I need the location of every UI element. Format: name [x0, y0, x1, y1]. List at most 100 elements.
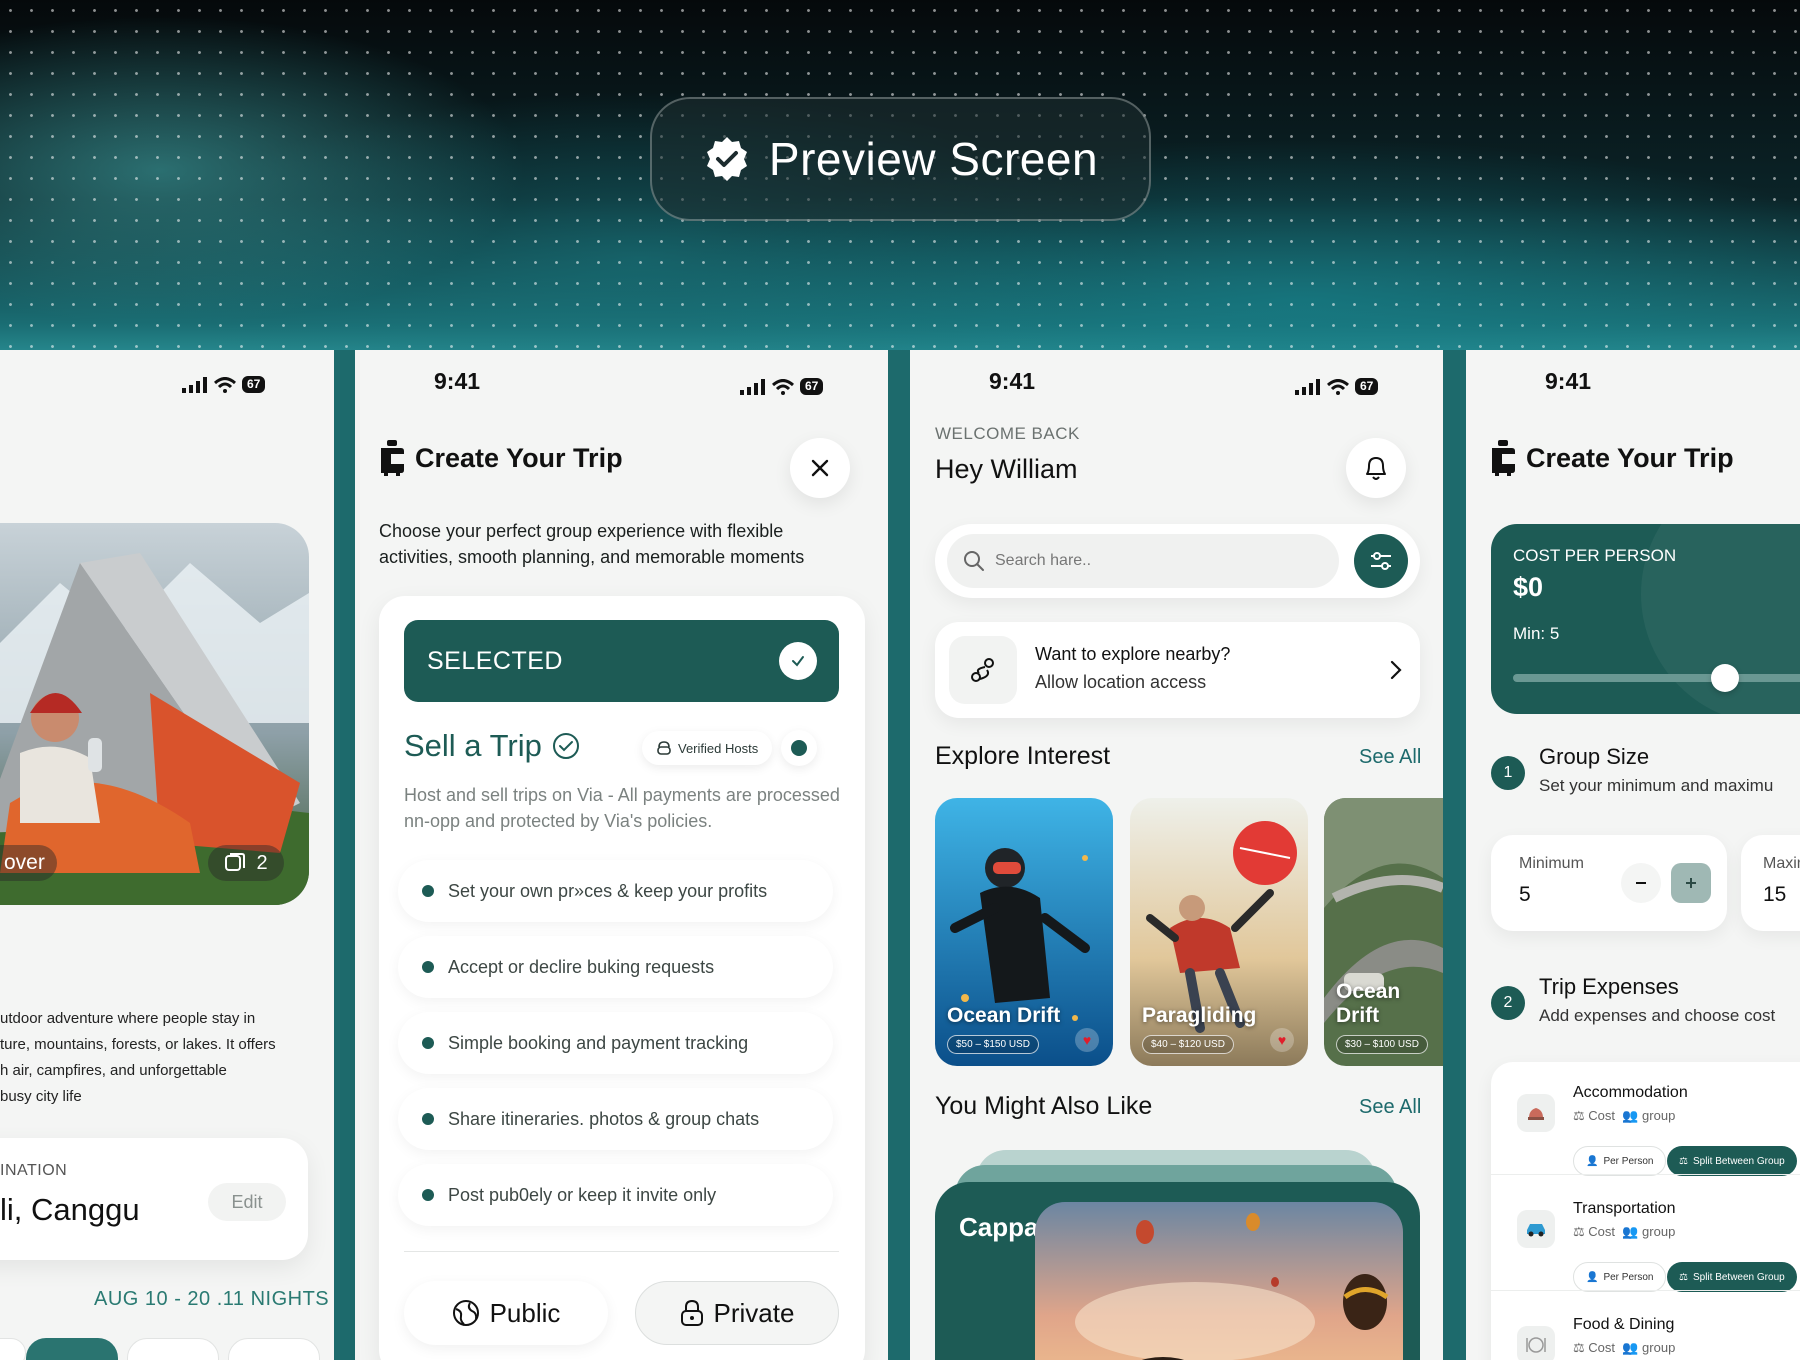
- date-chip[interactable]: [0, 1338, 26, 1360]
- expenses-list: Accommodation ⚖ Cost 👥 group 👤 Per Perso…: [1491, 1062, 1800, 1360]
- trip-cost-screen: 9:41 Create Your Trip COST PER PERSON $0…: [1466, 350, 1800, 1360]
- per-person-chip[interactable]: 👤 Per Person: [1573, 1146, 1667, 1176]
- verified-host-icon: [657, 741, 671, 755]
- cost-label: COST PER PERSON: [1513, 546, 1677, 565]
- status-icons: 67: [182, 376, 266, 393]
- expense-group-label: group: [1642, 1108, 1676, 1123]
- destination-value: li, Canggu: [0, 1192, 140, 1227]
- destination-card: INATION li, Canggu Edit: [0, 1138, 308, 1260]
- minimum-value: 5: [1519, 883, 1531, 906]
- tile-price: $50 – $150 USD: [947, 1035, 1039, 1054]
- cost-slider-handle[interactable]: [1710, 664, 1739, 692]
- expense-cost-label: Cost: [1588, 1224, 1616, 1239]
- increment-button[interactable]: [1671, 863, 1711, 903]
- date-chip[interactable]: [127, 1338, 219, 1360]
- public-button[interactable]: Public: [404, 1281, 608, 1345]
- feature-text: Post pub0ely or keep it invite only: [448, 1184, 717, 1205]
- selected-banner[interactable]: SELECTED: [404, 620, 839, 702]
- luggage-logo-icon: [381, 440, 404, 476]
- status-icons: 67: [1295, 378, 1379, 395]
- intro-text: Choose your perfect group experience wit…: [379, 521, 805, 567]
- bullet-dot: [422, 885, 434, 897]
- heart-icon[interactable]: ♥: [1075, 1028, 1099, 1052]
- gallery-icon: [225, 853, 246, 871]
- option-title: Sell a Trip: [404, 728, 542, 763]
- signal-icon: [182, 376, 207, 393]
- private-button[interactable]: Private: [635, 1281, 839, 1345]
- feature-item: Share itineraries. photos & group chats: [398, 1088, 833, 1150]
- cost-per-person-card: COST PER PERSON $0 Min: 5: [1491, 524, 1800, 714]
- also-like-see-all[interactable]: See All: [1359, 1096, 1421, 1119]
- status-time: 9:41: [1545, 368, 1592, 394]
- interest-tile[interactable]: Ocean Drift $50 – $150 USD ♥: [935, 798, 1113, 1066]
- feature-item: Set your own pr»ces & keep your profits: [398, 860, 833, 922]
- interest-tile[interactable]: Ocean Drift $30 – $100 USD: [1324, 798, 1443, 1066]
- maximum-label: Maxim: [1763, 855, 1800, 872]
- date-chip[interactable]: [228, 1338, 320, 1360]
- gallery-count: 2: [256, 851, 268, 874]
- screen-header: Create Your Trip: [379, 440, 623, 476]
- per-person-chip[interactable]: 👤 Per Person: [1573, 1262, 1667, 1292]
- public-label: Public: [489, 1297, 561, 1328]
- per-person-label: Per Person: [1603, 1155, 1654, 1167]
- divider: [1491, 1290, 1800, 1291]
- explore-title: Explore Interest: [935, 742, 1111, 770]
- gallery-count-chip[interactable]: 2: [208, 845, 284, 881]
- status-time: 9:41: [434, 368, 481, 394]
- tile-name: Ocean Drift: [1336, 980, 1401, 1027]
- home-screen: 9:41 67 WELCOME BACK Hey William Search …: [910, 350, 1443, 1360]
- description-line: utdoor adventure where people stay in: [0, 1010, 256, 1027]
- nearby-card[interactable]: Want to explore nearby? Allow location a…: [935, 622, 1420, 718]
- welcome-label: WELCOME BACK: [935, 424, 1080, 443]
- split-group-label: Split Between Group: [1692, 1271, 1785, 1283]
- battery-indicator: 67: [1355, 378, 1379, 395]
- tile-price: $30 – $100 USD: [1336, 1035, 1428, 1054]
- expense-name: Accommodation: [1573, 1084, 1688, 1101]
- search-placeholder: Search hare..: [995, 552, 1092, 569]
- route-pin-icon: [971, 658, 994, 682]
- step-number: 2: [1491, 986, 1525, 1020]
- expense-meta: ⚖ Cost 👥 group: [1573, 1108, 1676, 1123]
- expense-name: Transportation: [1573, 1200, 1676, 1217]
- check-icon: [792, 656, 804, 667]
- expense-meta: ⚖ Cost 👥 group: [1573, 1224, 1676, 1239]
- bullet-dot: [422, 1037, 434, 1049]
- trip-dates: AUG 10 - 20 .11 NIGHTS: [94, 1288, 330, 1310]
- search-field[interactable]: Search hare..: [947, 534, 1339, 588]
- date-chip-selected[interactable]: [26, 1338, 118, 1360]
- close-button[interactable]: [790, 438, 850, 498]
- expenses-title: Trip Expenses: [1539, 974, 1679, 999]
- explore-see-all[interactable]: See All: [1359, 746, 1421, 769]
- group-size-title: Group Size: [1539, 744, 1650, 769]
- notifications-button[interactable]: [1346, 438, 1406, 498]
- search-icon: [964, 551, 984, 571]
- greeting: Hey William: [935, 454, 1078, 484]
- divider: [404, 1251, 839, 1252]
- feature-item: Simple booking and payment tracking: [398, 1012, 833, 1074]
- status-time: 9:41: [989, 368, 1036, 394]
- tile-name: Paragliding: [1142, 1004, 1257, 1027]
- featured-destination-card[interactable]: Cappadocia: [935, 1182, 1420, 1360]
- decrement-button[interactable]: [1621, 863, 1661, 903]
- heart-icon[interactable]: ♥: [1270, 1028, 1294, 1052]
- min-label: Min: 5: [1513, 624, 1560, 643]
- nearby-title: Want to explore nearby?: [1035, 644, 1231, 664]
- bullet-dot: [422, 1189, 434, 1201]
- option-radio[interactable]: [781, 730, 817, 766]
- screen-header: Create Your Trip: [1490, 440, 1734, 476]
- interest-tile[interactable]: Paragliding $40 – $120 USD ♥: [1130, 798, 1308, 1066]
- lock-icon: [680, 1299, 703, 1326]
- cost-slider-track[interactable]: [1513, 674, 1800, 682]
- expense-group-label: group: [1642, 1340, 1676, 1355]
- per-person-label: Per Person: [1603, 1271, 1654, 1283]
- expense-meta: ⚖ Cost 👥 group: [1573, 1340, 1676, 1355]
- filter-button[interactable]: [1354, 534, 1408, 588]
- split-group-chip[interactable]: ⚖ Split Between Group: [1667, 1146, 1797, 1176]
- trip-detail-screen: 67 over 2 utdoor adventure where people …: [0, 350, 334, 1360]
- edit-destination-button[interactable]: Edit: [208, 1183, 286, 1221]
- wifi-icon: [1327, 378, 1349, 395]
- expense-cost-label: Cost: [1588, 1108, 1616, 1123]
- battery-indicator: 67: [800, 378, 824, 395]
- split-group-chip[interactable]: ⚖ Split Between Group: [1667, 1262, 1797, 1292]
- create-trip-screen: 9:41 67 Create Your Trip Choose your per…: [355, 350, 888, 1360]
